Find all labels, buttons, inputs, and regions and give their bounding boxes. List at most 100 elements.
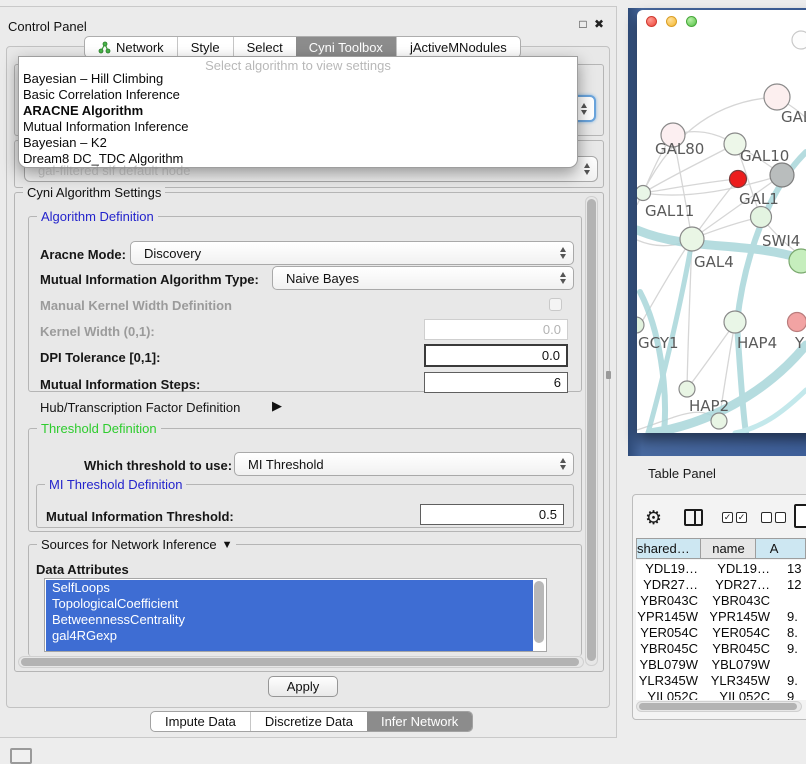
- table-horizontal-scrollbar[interactable]: [636, 701, 802, 712]
- table-row[interactable]: YPR145W YPR145W 9.: [636, 608, 806, 624]
- data-attributes-label: Data Attributes: [36, 562, 129, 577]
- network-canvas[interactable]: GAL GAL80 GAL10 GAL1 GAL11 SWI4 GAL4 GCY…: [637, 10, 806, 433]
- apply-button[interactable]: Apply: [268, 676, 338, 697]
- network-data-combo-value: gal-filtered sif default node: [38, 163, 190, 178]
- control-panel-tabs: Network Style Select Cyni Toolbox jActiv…: [84, 36, 521, 58]
- list-item[interactable]: TopologicalCoefficient: [46, 596, 533, 612]
- manual-kernel-checkbox[interactable]: [549, 298, 562, 311]
- table-row[interactable]: YBR045C YBR045C 9.: [636, 640, 806, 656]
- tab-infer-network[interactable]: Infer Network: [367, 712, 472, 731]
- panel-splitter-handle[interactable]: [606, 371, 611, 379]
- aracne-mode-value: Discovery: [144, 246, 201, 261]
- cell-name: YDL19…: [710, 560, 782, 576]
- table-row[interactable]: YBR043C YBR043C: [636, 592, 806, 608]
- algorithm-definition-title: Algorithm Definition: [37, 209, 158, 224]
- table-row[interactable]: YBL079W YBL079W: [636, 656, 806, 672]
- scrollbar-thumb[interactable]: [587, 199, 596, 661]
- stepper-arrows-icon: [581, 103, 587, 115]
- sources-collapse-icon[interactable]: ▼: [222, 539, 233, 551]
- list-selection: SelfLoops TopologicalCoefficient Between…: [46, 580, 533, 652]
- cell-name: YER054C: [710, 624, 782, 640]
- select-all-checkbox-icon[interactable]: ✓: [736, 512, 747, 523]
- hub-expand-icon[interactable]: ▶: [272, 398, 282, 414]
- threshold-definition-title: Threshold Definition: [37, 421, 161, 436]
- node-label: GAL11: [645, 202, 694, 220]
- table-row[interactable]: YDL19… YDL19… 13: [636, 560, 806, 576]
- node-gal1[interactable]: [751, 207, 772, 228]
- table-row[interactable]: YIL052C YIL052C 9: [636, 688, 806, 700]
- popup-item[interactable]: Basic Correlation Inference: [19, 87, 577, 103]
- mi-type-combo[interactable]: Naive Bayes: [272, 266, 574, 290]
- mi-steps-field[interactable]: 6: [424, 372, 568, 393]
- node-gal[interactable]: [764, 84, 790, 110]
- cell-value: 13: [782, 560, 806, 576]
- tab-cyni-toolbox[interactable]: Cyni Toolbox: [296, 37, 396, 57]
- popup-item[interactable]: Mutual Information Inference: [19, 119, 577, 135]
- select-all-checkbox-icon[interactable]: ✓: [722, 512, 733, 523]
- cell-shared: YBR043C: [636, 592, 710, 608]
- table-row[interactable]: YDR27… YDR27… 12: [636, 576, 806, 592]
- node-gray[interactable]: [770, 163, 794, 187]
- node-hap2[interactable]: [679, 381, 695, 397]
- tab-jactivemnodules[interactable]: jActiveMNodules: [396, 37, 520, 57]
- cyni-bottom-tabs: Impute Data Discretize Data Infer Networ…: [150, 711, 473, 732]
- mi-type-value: Naive Bayes: [286, 271, 359, 286]
- tab-infer-network-label: Infer Network: [381, 714, 458, 729]
- cyni-settings-title: Cyni Algorithm Settings: [23, 185, 165, 200]
- which-threshold-value: MI Threshold: [248, 457, 324, 472]
- node-selected-red[interactable]: [730, 171, 747, 188]
- cell-name: YPR145W: [710, 608, 782, 624]
- popup-item[interactable]: Bayesian – K2: [19, 135, 577, 151]
- tab-discretize-data-label: Discretize Data: [265, 714, 353, 729]
- mi-threshold-label: Mutual Information Threshold:: [46, 509, 234, 524]
- cell-name: YLR345W: [710, 672, 782, 688]
- scrollbar-thumb[interactable]: [639, 703, 797, 710]
- node-hap4[interactable]: [724, 311, 746, 333]
- scrollbar-thumb[interactable]: [21, 658, 579, 666]
- node-gal4[interactable]: [680, 227, 704, 251]
- table-row[interactable]: YLR345W YLR345W 9.: [636, 672, 806, 688]
- which-threshold-combo[interactable]: MI Threshold: [234, 452, 574, 476]
- column-layout-icon[interactable]: [684, 509, 703, 526]
- column-header-name[interactable]: name: [701, 538, 756, 559]
- node[interactable]: [792, 31, 806, 49]
- tab-select[interactable]: Select: [233, 37, 296, 57]
- tab-discretize-data[interactable]: Discretize Data: [250, 712, 367, 731]
- node-label: GCY1: [638, 334, 679, 352]
- gear-icon[interactable]: ⚙: [645, 509, 662, 528]
- list-item[interactable]: SelfLoops: [46, 580, 533, 596]
- close-window-icon[interactable]: ✖: [592, 17, 606, 31]
- popup-item[interactable]: Bayesian – Hill Climbing: [19, 71, 577, 87]
- node[interactable]: [711, 413, 727, 429]
- table-row[interactable]: YER054C YER054C 8.: [636, 624, 806, 640]
- list-item[interactable]: gal4RGexp: [46, 628, 533, 644]
- float-window-icon[interactable]: □: [576, 17, 590, 31]
- aracne-mode-label: Aracne Mode:: [40, 247, 126, 262]
- kernel-width-field[interactable]: 0.0: [424, 319, 568, 340]
- tab-network[interactable]: Network: [85, 37, 177, 57]
- tab-style[interactable]: Style: [177, 37, 233, 57]
- deselect-all-checkbox-icon[interactable]: [761, 512, 772, 523]
- dpi-tolerance-field[interactable]: 0.0: [424, 344, 568, 367]
- new-table-icon[interactable]: [794, 504, 806, 528]
- network-thick-edges: [637, 152, 806, 433]
- node-salmon[interactable]: [788, 313, 806, 332]
- aracne-mode-combo[interactable]: Discovery: [130, 241, 574, 265]
- mi-threshold-field[interactable]: 0.5: [420, 504, 564, 525]
- popup-item-aracne[interactable]: ARACNE Algorithm: [19, 103, 577, 119]
- cell-shared: YBL079W: [636, 656, 710, 672]
- mi-type-label: Mutual Information Algorithm Type:: [40, 272, 259, 287]
- node[interactable]: [637, 186, 651, 201]
- node-label: GAL: [781, 108, 806, 126]
- mi-steps-label: Mutual Information Steps:: [40, 377, 200, 392]
- settings-vertical-scrollbar[interactable]: [585, 196, 598, 666]
- column-header-shared[interactable]: shared…: [636, 538, 701, 559]
- column-header-third[interactable]: A: [756, 538, 806, 559]
- deselect-all-checkbox-icon[interactable]: [775, 512, 786, 523]
- list-item[interactable]: BetweennessCentrality: [46, 612, 533, 628]
- apply-button-label: Apply: [287, 679, 320, 694]
- tab-impute-data[interactable]: Impute Data: [151, 712, 250, 731]
- list-scrollbar-thumb[interactable]: [534, 581, 544, 643]
- cell-value: 9.: [782, 640, 806, 656]
- settings-horizontal-scrollbar[interactable]: [18, 656, 584, 668]
